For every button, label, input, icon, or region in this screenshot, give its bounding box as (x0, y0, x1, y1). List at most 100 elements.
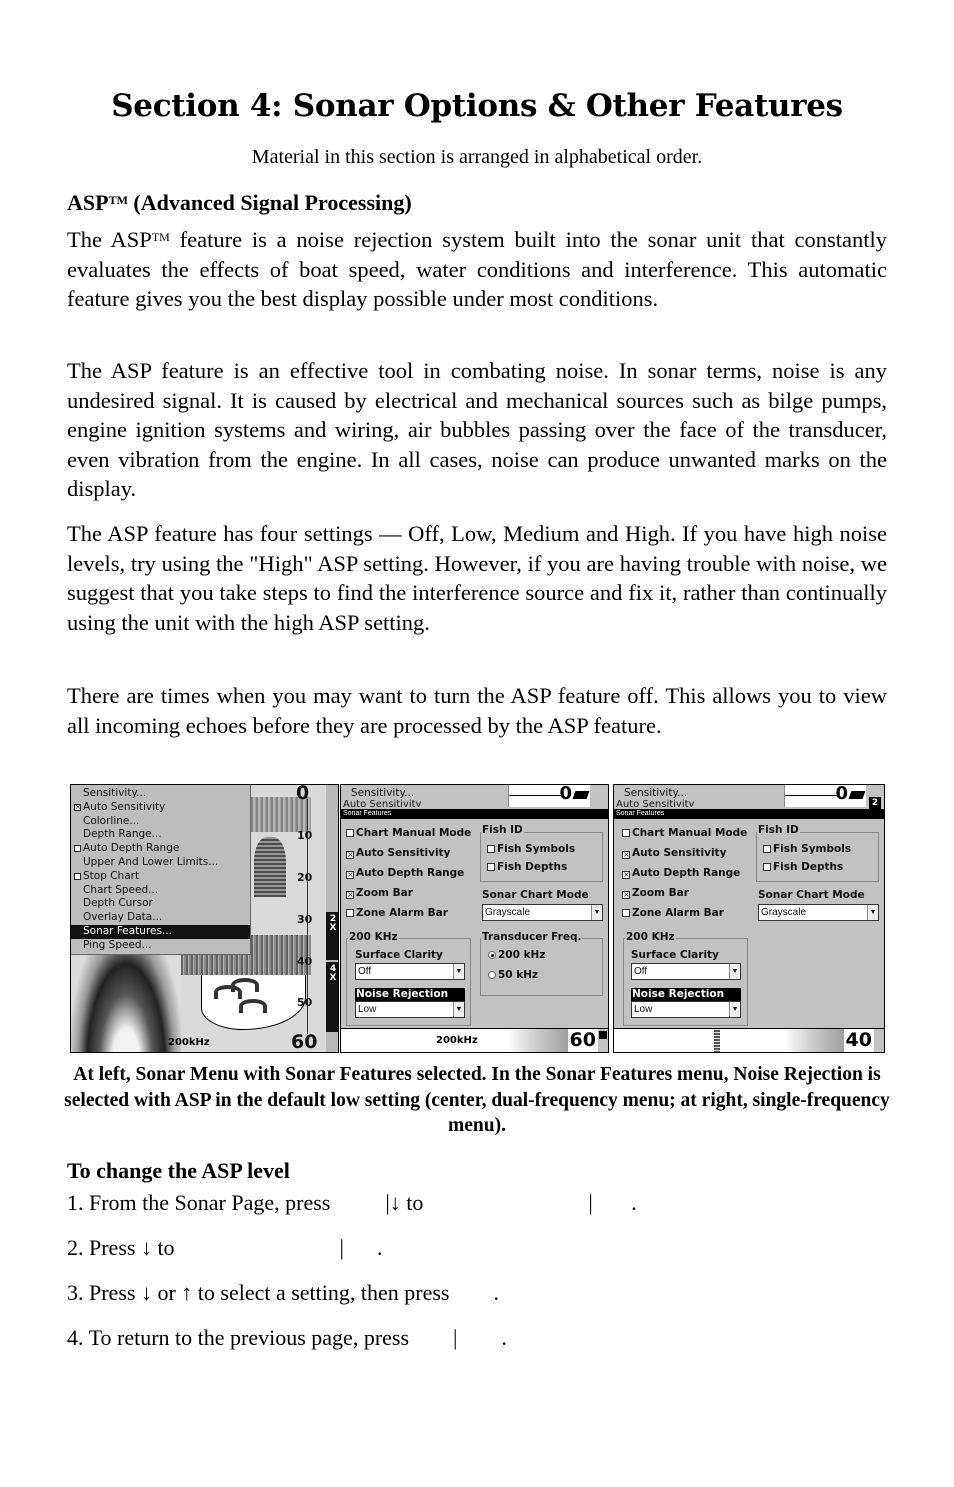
sonar-chart-mode-dropdown[interactable]: Grayscale ▼ (482, 904, 603, 921)
radio-label: 200 kHz (498, 949, 546, 961)
chevron-down-icon: ▼ (729, 1002, 740, 1017)
menu-item-sensitivity[interactable]: Sensitivity... (71, 787, 250, 801)
checkbox-label: Auto Depth Range (632, 867, 741, 879)
menu-peek-label: Sensitivity... (624, 787, 688, 799)
page-title: Section 4: Sonar Options & Other Feature… (111, 88, 843, 124)
asp-paragraph-1: The ASPTM feature is a noise rejection s… (67, 223, 887, 314)
fish-echo (254, 837, 286, 897)
sonar-menu: Sensitivity... × Auto Sensitivity Colorli… (71, 785, 251, 955)
zoom-level-badge: 2 (869, 797, 881, 809)
asp-heading-prefix: ASP (67, 190, 109, 215)
checkbox-unchecked-icon[interactable] (74, 845, 81, 853)
sonar-features-dialog: Chart Manual Mode × Auto Sensitivity × Aut… (614, 819, 884, 1029)
checkbox-label: Zone Alarm Bar (632, 907, 724, 919)
chart-manual-mode-checkbox[interactable]: Chart Manual Mode (346, 827, 471, 839)
noise-rejection-dropdown[interactable]: Low ▼ (631, 1001, 741, 1018)
menu-item-depth-range[interactable]: Depth Range... (71, 828, 250, 842)
top-depth-label: 0 (559, 784, 572, 804)
fish-id-label: Fish ID (481, 824, 524, 836)
menu-peek-label: Auto Sensitivity (616, 799, 695, 807)
dropdown-value: Low (634, 1004, 653, 1015)
chevron-down-icon: ▼ (453, 964, 464, 979)
surface-clarity-dropdown[interactable]: Off ▼ (355, 963, 465, 980)
status-strip: 40 (614, 1028, 884, 1052)
depth-label: 40 (297, 955, 313, 968)
zoom-2x-segment: 2 X (326, 912, 338, 960)
fish-arch-icon (239, 999, 267, 1013)
checkbox-unchecked-icon[interactable] (74, 872, 81, 880)
frequency-group-label: 200 KHz (348, 931, 399, 943)
noise-rejection-dropdown[interactable]: Low ▼ (355, 1001, 465, 1018)
figure-caption: At left, Sonar Menu with Sonar Features … (64, 1064, 890, 1136)
checkbox-checked-icon: × (346, 890, 354, 899)
checkbox-label: Zoom Bar (632, 887, 689, 899)
fish-symbols-checkbox[interactable]: Fish Symbols (763, 843, 851, 855)
menu-item-label: Sensitivity... (83, 787, 147, 799)
menu-item-chart-speed[interactable]: Chart Speed... (71, 884, 250, 898)
checkbox-unchecked-icon (346, 909, 354, 917)
menu-item-auto-sensitivity[interactable]: × Auto Sensitivity (71, 801, 250, 815)
transducer-icon (848, 791, 866, 799)
menu-item-depth-cursor[interactable]: Depth Cursor (71, 897, 250, 911)
dropdown-value: Low (358, 1004, 377, 1015)
procedure-step-4: 4. To return to the previous page, press… (67, 1325, 507, 1350)
asp-heading: ASPTM (Advanced Signal Processing) (67, 190, 412, 216)
asp-paragraph-3: The ASP feature has four settings — Off,… (67, 521, 887, 635)
menu-item-label: Stop Chart (83, 869, 140, 882)
menu-item-stop-chart[interactable]: Stop Chart (71, 870, 250, 884)
checkbox-checked-icon[interactable]: × (74, 803, 81, 811)
menu-item-sonar-features[interactable]: Sonar Features... (71, 924, 250, 939)
menu-item-label: Sonar Features... (83, 924, 172, 937)
chart-manual-mode-checkbox[interactable]: Chart Manual Mode (622, 827, 747, 839)
transducer-freq-label: Transducer Freq. (481, 931, 583, 943)
auto-sensitivity-checkbox[interactable]: × Auto Sensitivity (346, 847, 450, 859)
zoom-bar[interactable]: 2 X 4 X (326, 785, 338, 1052)
fish-arch-icon (231, 978, 259, 992)
checkbox-unchecked-icon (763, 845, 771, 853)
checkbox-label: Zoom Bar (356, 887, 413, 899)
dropdown-value: Off (634, 966, 648, 977)
depth-label: 50 (297, 996, 313, 1009)
depth-label: 20 (297, 871, 313, 884)
zoom-bar-checkbox[interactable]: × Zoom Bar (346, 887, 413, 899)
chevron-down-icon: ▼ (867, 905, 878, 920)
menu-item-label: Auto Depth Range (83, 842, 180, 855)
sonar-chart-mode-dropdown[interactable]: Grayscale ▼ (758, 904, 879, 921)
menu-item-colorline[interactable]: Colorline... (71, 815, 250, 829)
checkbox-label: Chart Manual Mode (632, 827, 748, 839)
depth-label: 10 (297, 829, 313, 842)
frequency-group-label: 200 KHz (625, 931, 676, 943)
freq-50khz-radio[interactable]: 50 kHz (488, 969, 538, 981)
menu-item-label: Colorline... (83, 814, 140, 827)
menu-item-ping-speed[interactable]: Ping Speed... (71, 939, 250, 953)
menu-item-overlay-data[interactable]: Overlay Data... (71, 911, 250, 925)
checkbox-unchecked-icon (487, 863, 495, 871)
menu-item-upper-lower-limits[interactable]: Upper And Lower Limits... (71, 856, 250, 870)
zone-alarm-bar-checkbox[interactable]: Zone Alarm Bar (346, 907, 448, 919)
asp-paragraph-4: There are times when you may want to tur… (67, 683, 887, 738)
auto-depth-range-checkbox[interactable]: × Auto Depth Range (346, 867, 464, 879)
fish-id-group (756, 832, 879, 882)
fish-depths-checkbox[interactable]: Fish Depths (487, 861, 567, 873)
freq-200khz-radio[interactable]: 200 kHz (488, 949, 545, 961)
trademark-mark: TM (108, 193, 128, 207)
fish-id-group (480, 832, 603, 882)
surface-clarity-dropdown[interactable]: Off ▼ (631, 963, 741, 980)
menu-item-auto-depth-range[interactable]: Auto Depth Range (71, 842, 250, 856)
status-strip: 200kHz 60 (341, 1028, 608, 1052)
zoom-bar-edge (598, 1029, 608, 1052)
auto-sensitivity-checkbox[interactable]: × Auto Sensitivity (622, 847, 726, 859)
transducer-icon (572, 791, 590, 799)
zoom-bar-checkbox[interactable]: × Zoom Bar (622, 887, 689, 899)
sonar-chart-mode-label: Sonar Chart Mode (758, 889, 865, 901)
fish-symbols-checkbox[interactable]: Fish Symbols (487, 843, 575, 855)
chevron-down-icon: ▼ (591, 905, 602, 920)
fish-depths-checkbox[interactable]: Fish Depths (763, 861, 843, 873)
zone-alarm-bar-checkbox[interactable]: Zone Alarm Bar (622, 907, 724, 919)
checkbox-label: Fish Depths (773, 861, 844, 873)
checkbox-checked-icon: × (346, 870, 354, 879)
trademark-mark: TM (151, 230, 170, 244)
sonar-chart-mode-label: Sonar Chart Mode (482, 889, 589, 901)
checkbox-unchecked-icon (622, 909, 630, 917)
auto-depth-range-checkbox[interactable]: × Auto Depth Range (622, 867, 740, 879)
